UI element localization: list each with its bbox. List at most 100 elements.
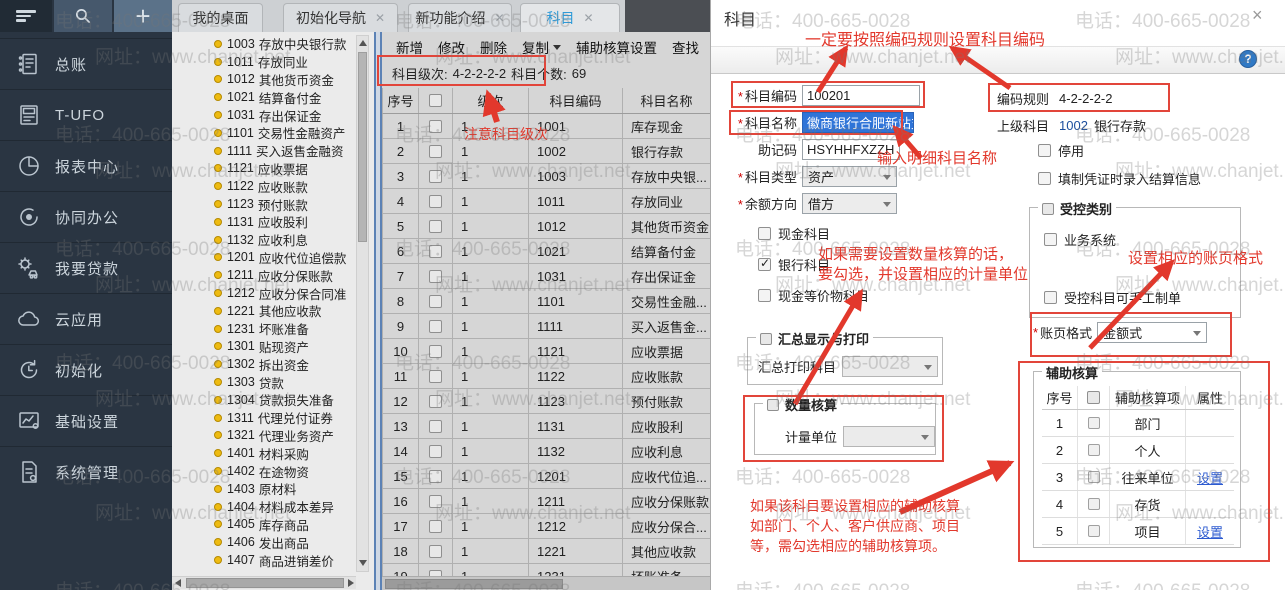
sidebar-item-cloud-app[interactable]: 云应用 xyxy=(0,293,172,344)
tree-item[interactable]: 1221 其他应收款 xyxy=(172,302,374,320)
tree-item[interactable]: 1401 材料采购 xyxy=(172,444,374,462)
aux-row-checkbox[interactable] xyxy=(1088,525,1100,537)
tree-item[interactable]: 1132 应收利息 xyxy=(172,231,374,249)
list-toolbar-button[interactable]: 辅助核算设置 xyxy=(576,37,657,57)
tree-item[interactable]: 1123 预付账款 xyxy=(172,195,374,213)
row-checkbox[interactable] xyxy=(429,170,442,183)
column-header-no[interactable]: 序号 xyxy=(383,88,419,113)
row-checkbox[interactable] xyxy=(429,520,442,533)
aux-row-checkbox[interactable] xyxy=(1088,498,1100,510)
row-checkbox[interactable] xyxy=(429,245,442,258)
table-row[interactable]: 3 1 1003 存放中央银... xyxy=(383,164,710,189)
controlled-category-checkbox[interactable] xyxy=(1042,203,1054,215)
tree-item[interactable]: 1231 坏账准备 xyxy=(172,320,374,338)
menu-button[interactable] xyxy=(0,0,52,32)
row-checkbox[interactable] xyxy=(429,470,442,483)
tree-item[interactable]: 1121 应收票据 xyxy=(172,160,374,178)
table-row[interactable]: 18 1 1221 其他应收款 xyxy=(383,539,710,564)
sidebar-item-collaboration[interactable]: 协同办公 xyxy=(0,191,172,242)
tab-init-nav[interactable]: 初始化导航 ✕ xyxy=(283,3,398,32)
tab-close-icon[interactable]: ✕ xyxy=(494,12,504,24)
table-row[interactable]: 12 1 1123 预付账款 xyxy=(383,389,710,414)
sidebar-item-system-management[interactable]: 系统管理 xyxy=(0,446,172,497)
table-row[interactable]: 15 1 1201 应收代位追... xyxy=(383,464,710,489)
list-toolbar-button[interactable]: 新增 xyxy=(396,37,423,57)
tree-item[interactable]: 1131 应收股利 xyxy=(172,213,374,231)
quantity-checkbox[interactable] xyxy=(767,399,779,411)
unit-select[interactable] xyxy=(843,426,935,447)
sidebar-item-loan[interactable]: 我要贷款 xyxy=(0,242,172,293)
table-row[interactable]: 5 1 1012 其他货币资金 xyxy=(383,214,710,239)
tree-item[interactable]: 1003 存放中央银行款 xyxy=(172,35,374,53)
aux-row[interactable]: 3 往来单位 设置 xyxy=(1042,464,1234,491)
tree-item[interactable]: 1403 原材料 xyxy=(172,480,374,498)
tree-item[interactable]: 1407 商品进销差价 xyxy=(172,551,374,569)
column-header-code[interactable]: 科目编码 xyxy=(529,88,623,113)
scrollbar-thumb[interactable] xyxy=(385,579,563,589)
tree-item[interactable]: 1211 应收分保账款 xyxy=(172,266,374,284)
select-all-checkbox[interactable] xyxy=(429,94,442,107)
tree-item[interactable]: 1405 库存商品 xyxy=(172,516,374,534)
list-toolbar-button[interactable]: 删除 xyxy=(480,37,507,57)
scrollbar-thumb[interactable] xyxy=(186,578,344,588)
tab-close-icon[interactable]: ✕ xyxy=(375,12,385,24)
row-checkbox[interactable] xyxy=(429,445,442,458)
aux-row[interactable]: 5 项目 设置 xyxy=(1042,518,1234,545)
add-button[interactable]: + xyxy=(114,0,172,32)
aux-select-all-checkbox[interactable] xyxy=(1087,391,1100,404)
aux-row-checkbox[interactable] xyxy=(1088,417,1100,429)
row-checkbox[interactable] xyxy=(429,295,442,308)
tab-subjects[interactable]: 科目 ✕ xyxy=(520,3,620,32)
row-checkbox[interactable] xyxy=(429,220,442,233)
tree-item[interactable]: 1212 应收分保合同准 xyxy=(172,284,374,302)
name-input[interactable]: 徽商银行合肥新站支 xyxy=(802,112,914,133)
tab-my-desktop[interactable]: 我的桌面 xyxy=(178,3,263,32)
help-icon[interactable]: ? xyxy=(1239,50,1257,68)
table-row[interactable]: 11 1 1122 应收账款 xyxy=(383,364,710,389)
tree-item[interactable]: 1031 存出保证金 xyxy=(172,106,374,124)
manual-voucher-checkbox[interactable] xyxy=(1044,291,1057,304)
tree-item[interactable]: 1406 发出商品 xyxy=(172,533,374,551)
tree-item[interactable]: 1111 买入返售金融资 xyxy=(172,142,374,160)
direction-select[interactable]: 借方 xyxy=(802,193,897,214)
code-input[interactable]: 100201 xyxy=(802,85,920,106)
page-format-select[interactable]: 金额式 xyxy=(1097,322,1207,343)
tree-item[interactable]: 1304 贷款损失准备 xyxy=(172,391,374,409)
table-row[interactable]: 9 1 1111 买入返售金... xyxy=(383,314,710,339)
column-header-name[interactable]: 科目名称 xyxy=(623,88,711,113)
tree-horizontal-scrollbar[interactable] xyxy=(172,576,356,589)
tree-item[interactable]: 1302 拆出资金 xyxy=(172,355,374,373)
disable-checkbox[interactable] xyxy=(1038,144,1051,157)
tree-item[interactable]: 1402 在途物资 xyxy=(172,462,374,480)
tree-item[interactable]: 1122 应收账款 xyxy=(172,177,374,195)
manual-voucher-row[interactable]: 受控科目可手工制单 xyxy=(1044,288,1181,307)
column-header-level[interactable]: 级次 xyxy=(453,88,529,113)
summary-print-checkbox[interactable] xyxy=(760,333,772,345)
aux-set-link[interactable]: 设置 xyxy=(1197,522,1223,541)
sidebar-item-initialization[interactable]: 初始化 xyxy=(0,344,172,395)
tree-item[interactable]: 1101 交易性金融资产 xyxy=(172,124,374,142)
flag-checkbox[interactable] xyxy=(758,289,771,302)
scroll-up-icon[interactable] xyxy=(359,40,367,46)
table-row[interactable]: 13 1 1131 应收股利 xyxy=(383,414,710,439)
sidebar-item-basic-settings[interactable]: 基础设置 xyxy=(0,395,172,446)
row-checkbox[interactable] xyxy=(429,120,442,133)
list-toolbar-button[interactable]: 修改 xyxy=(438,37,465,57)
row-checkbox[interactable] xyxy=(429,320,442,333)
row-checkbox[interactable] xyxy=(429,395,442,408)
tree-item[interactable]: 1011 存放同业 xyxy=(172,53,374,71)
row-checkbox[interactable] xyxy=(429,270,442,283)
table-row[interactable]: 10 1 1121 应收票据 xyxy=(383,339,710,364)
row-checkbox[interactable] xyxy=(429,345,442,358)
account-flag-row[interactable]: 现金科目 xyxy=(758,224,830,243)
list-horizontal-scrollbar[interactable] xyxy=(382,576,710,590)
scrollbar-thumb[interactable] xyxy=(358,52,367,242)
row-checkbox[interactable] xyxy=(429,545,442,558)
tree-item[interactable]: 1404 材料成本差异 xyxy=(172,498,374,516)
row-checkbox[interactable] xyxy=(429,420,442,433)
table-row[interactable]: 4 1 1011 存放同业 xyxy=(383,189,710,214)
table-row[interactable]: 14 1 1132 应收利息 xyxy=(383,439,710,464)
table-row[interactable]: 8 1 1101 交易性金融... xyxy=(383,289,710,314)
sidebar-item-report-center[interactable]: 报表中心 xyxy=(0,140,172,191)
panel-splitter[interactable] xyxy=(374,32,382,590)
